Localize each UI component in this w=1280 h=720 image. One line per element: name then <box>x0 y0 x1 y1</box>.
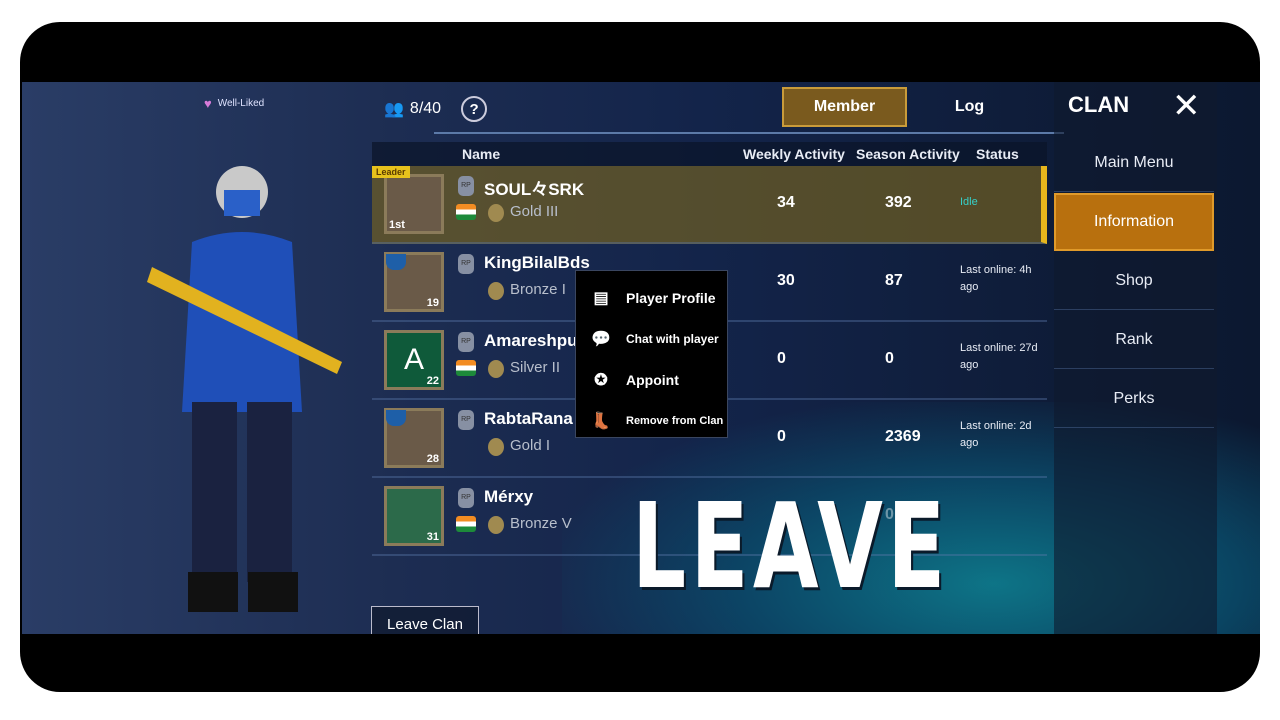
rp-icon: RP <box>458 410 474 430</box>
player-status: Last online: 2d ago <box>960 420 1032 449</box>
player-rank: Gold III <box>510 203 559 220</box>
tier-icon <box>488 516 504 534</box>
player-name: RabtaRana <box>484 409 573 428</box>
game-screen: ♥ Well-Liked 👥 8/40? Member Log Name Weekl… <box>22 82 1260 634</box>
season-activity: 2369 <box>885 428 921 445</box>
weekly-activity: 0 <box>777 350 786 367</box>
tier-icon <box>488 282 504 300</box>
members-icon: 👥 <box>384 101 404 118</box>
sidebar-item-information[interactable]: Information <box>1054 193 1214 251</box>
close-icon[interactable]: ✕ <box>1172 86 1201 126</box>
sidebar-item-main-menu[interactable]: Main Menu <box>1054 134 1214 192</box>
tab-member[interactable]: Member <box>782 87 907 127</box>
player-character <box>147 166 342 612</box>
sidebar-item-shop[interactable]: Shop <box>1054 252 1214 310</box>
tier-icon <box>488 438 504 456</box>
well-liked-badge: ♥ Well-Liked <box>204 96 265 111</box>
player-status: Idle <box>960 196 978 208</box>
rp-icon: RP <box>458 488 474 508</box>
clan-flag-icon <box>386 254 406 270</box>
thumbnail-frame: ♥ Well-Liked 👥 8/40? Member Log Name Weekl… <box>20 22 1260 692</box>
avatar[interactable]: 1st <box>384 174 444 234</box>
menu-item-remove[interactable]: 👢 Remove from Clan <box>576 400 727 441</box>
menu-item-appoint[interactable]: ✪ Appoint <box>576 359 727 400</box>
player-rank: Silver II <box>510 359 561 376</box>
member-count: 👥 8/40? <box>384 96 488 122</box>
rp-icon: RP <box>458 332 474 352</box>
player-rank: Bronze I <box>510 281 566 298</box>
sidebar-title: CLAN <box>1068 92 1130 117</box>
tier-icon <box>488 204 504 222</box>
menu-item-player-profile[interactable]: ▤ Player Profile <box>576 277 727 318</box>
player-name: Mérxy <box>484 487 534 506</box>
weekly-activity: 0 <box>777 428 786 445</box>
avatar[interactable]: A 22 <box>384 330 444 390</box>
table-row[interactable]: 1st Leader RP SOUL々SRK Gold III 34 392 I… <box>372 166 1047 244</box>
india-flag-icon <box>456 360 476 376</box>
sidebar-item-perks[interactable]: Perks <box>1054 370 1214 428</box>
avatar[interactable]: 31 <box>384 486 444 546</box>
player-rank: Gold I <box>510 437 551 454</box>
season-activity: 87 <box>885 272 903 289</box>
overlay-title: LEAVE CLAN <box>632 477 950 634</box>
season-activity: 0 <box>885 350 894 367</box>
player-status: Last online: 4h ago <box>960 264 1032 293</box>
weekly-activity: 34 <box>777 194 795 211</box>
clan-flag-icon <box>386 410 406 426</box>
rp-icon: RP <box>458 176 474 196</box>
india-flag-icon <box>456 516 476 532</box>
table-header: Name Weekly Activity Season Activity Sta… <box>372 142 1047 166</box>
sidebar-item-rank[interactable]: Rank <box>1054 311 1214 369</box>
chat-icon: 💬 <box>591 330 611 348</box>
heart-icon: ♥ <box>204 96 212 111</box>
menu-item-chat[interactable]: 💬 Chat with player <box>576 318 727 359</box>
player-status: Last online: 27d ago <box>960 342 1038 371</box>
rp-icon: RP <box>458 254 474 274</box>
help-button[interactable]: ? <box>461 96 488 122</box>
weekly-activity: 30 <box>777 272 795 289</box>
player-name: SOUL々SRK <box>484 180 585 199</box>
divider <box>434 132 1064 134</box>
player-context-menu: ▤ Player Profile 💬 Chat with player ✪ Appoi… <box>575 270 728 438</box>
india-flag-icon <box>456 204 476 220</box>
season-activity: 392 <box>885 194 912 211</box>
leader-badge: Leader <box>372 166 410 178</box>
player-name: KingBilalBds <box>484 253 590 272</box>
kick-icon: 👢 <box>591 412 611 430</box>
player-rank: Bronze V <box>510 515 572 532</box>
leave-clan-button[interactable]: Leave Clan <box>371 606 479 634</box>
star-icon: ✪ <box>594 371 608 389</box>
tier-icon <box>488 360 504 378</box>
profile-icon: ▤ <box>593 289 609 307</box>
tab-log[interactable]: Log <box>907 87 1032 127</box>
